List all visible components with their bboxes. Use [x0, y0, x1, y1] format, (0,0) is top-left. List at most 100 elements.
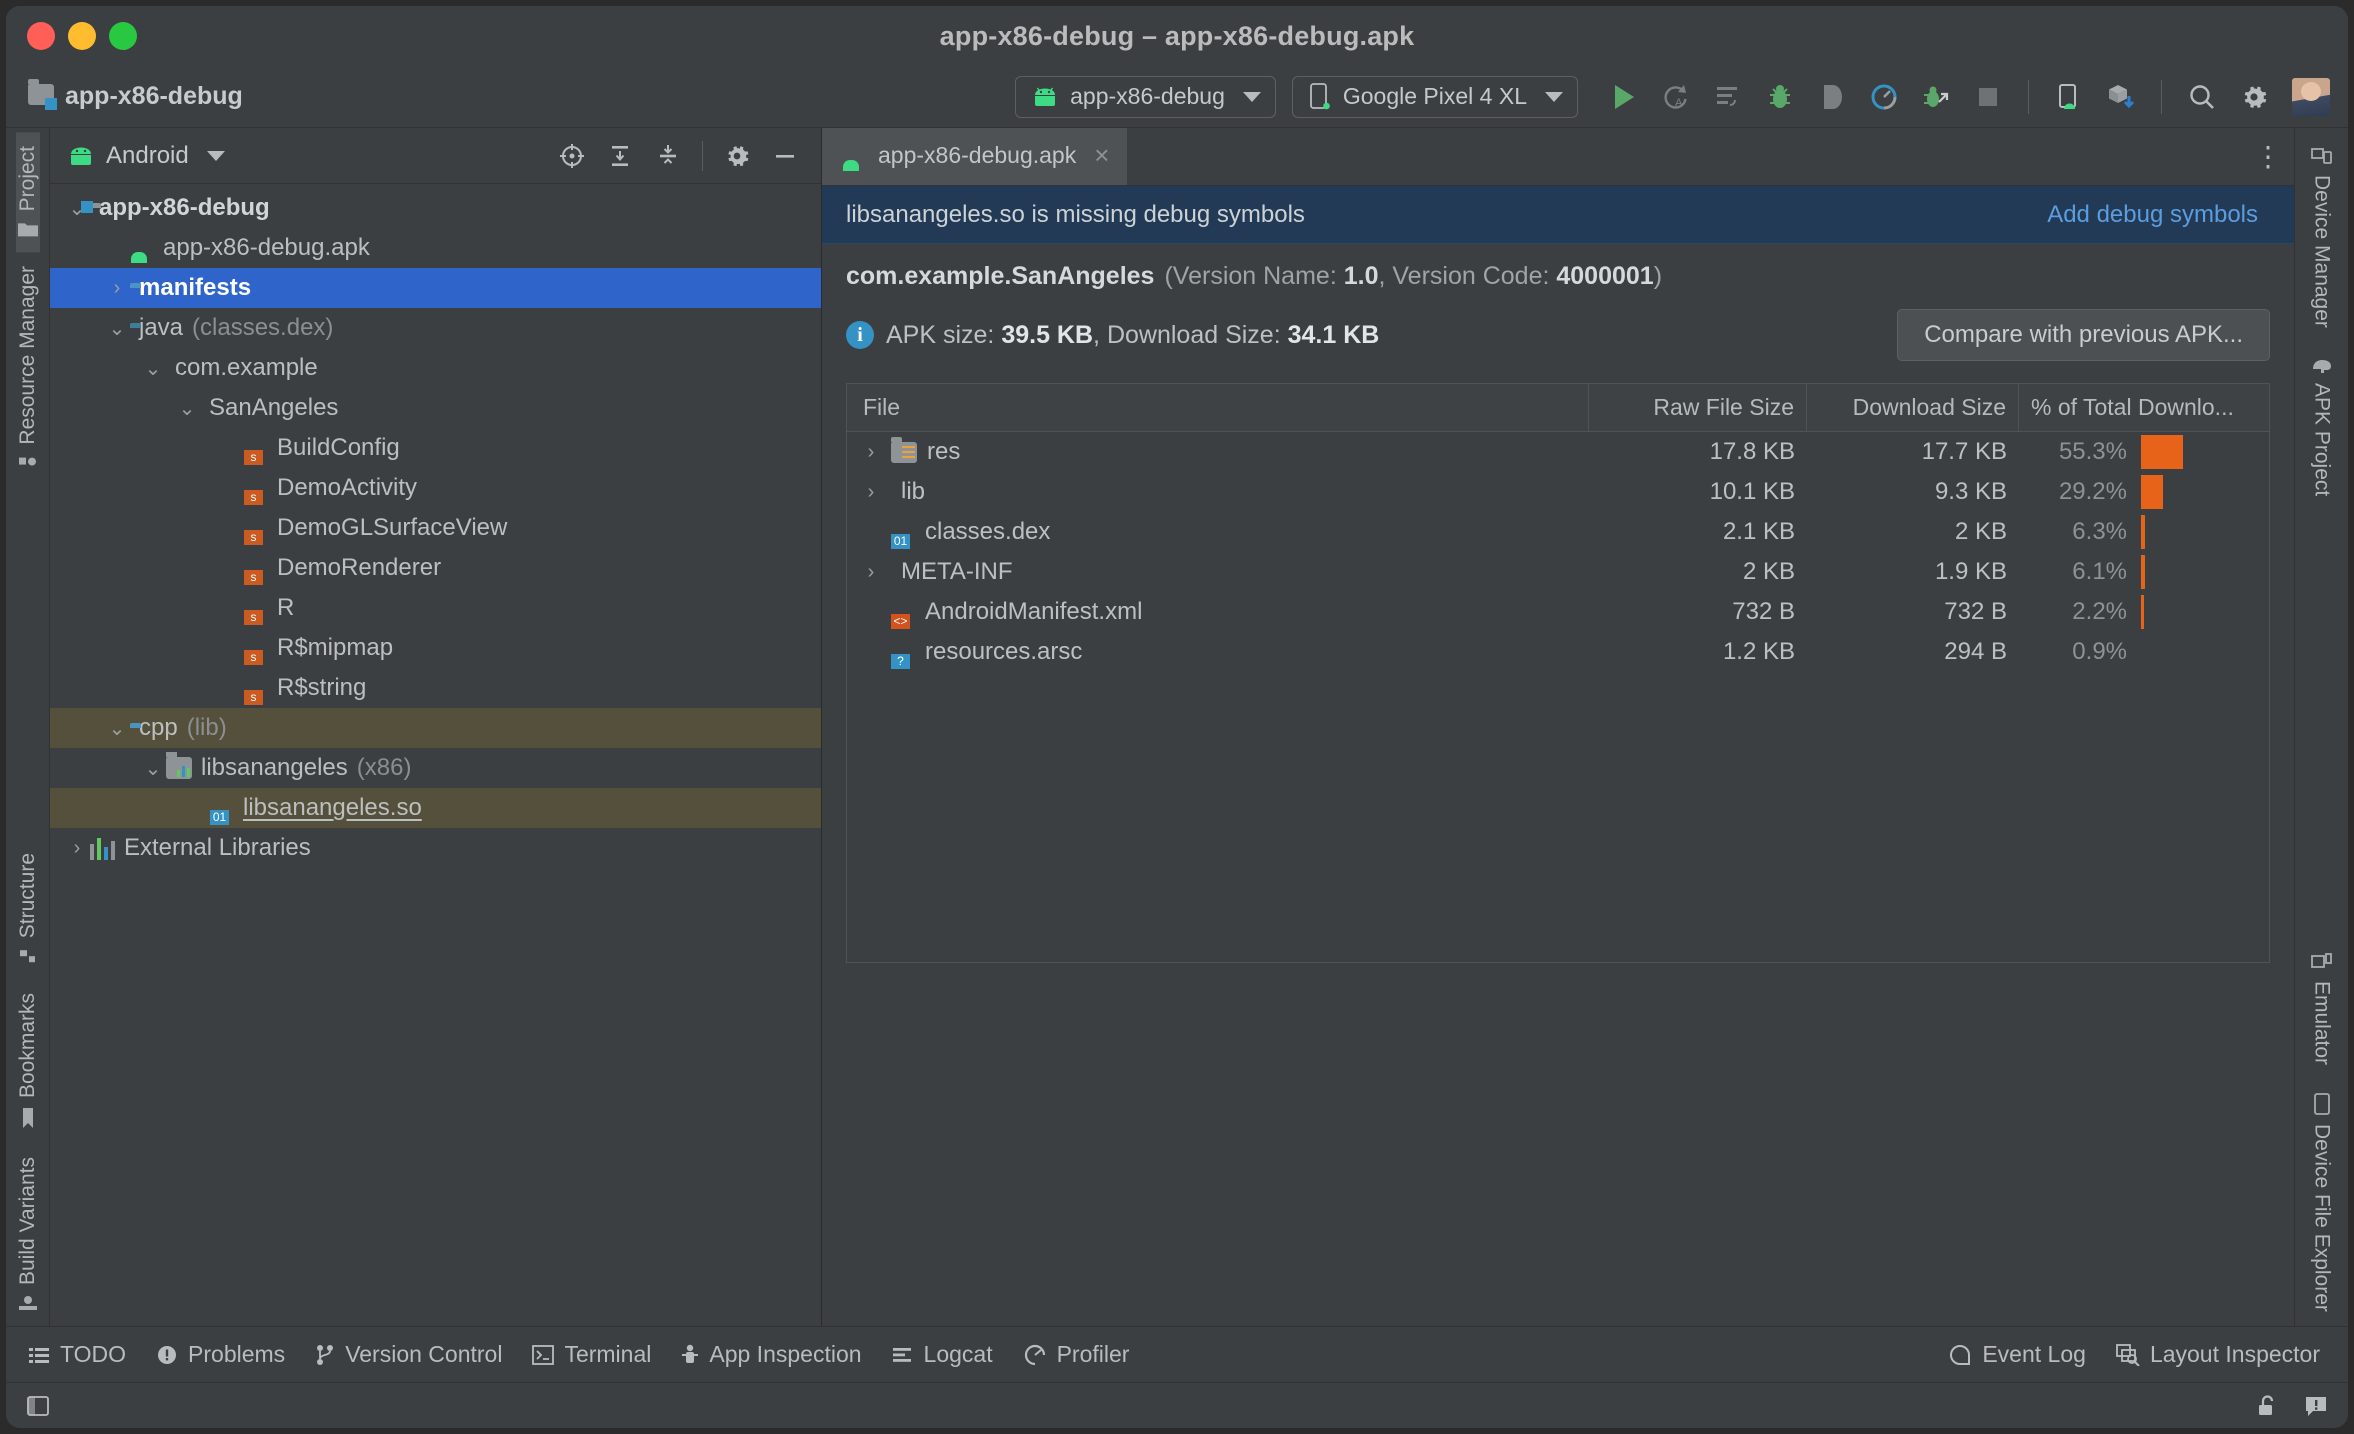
sidebar-item-emulator[interactable]: Emulator	[2310, 938, 2334, 1079]
sidebar-item-resource-manager[interactable]: Resource Manager	[16, 252, 40, 486]
status-item-profiler[interactable]: Profiler	[1023, 1341, 1129, 1368]
cell-download-size: 9.3 KB	[1934, 478, 2007, 505]
rerun-icon[interactable]: A	[1650, 74, 1702, 120]
tree-row[interactable]: s BuildConfig	[50, 428, 821, 468]
tree-row[interactable]: ⌄ SanAngeles	[50, 388, 821, 428]
sidebar-item-structure[interactable]: Structure	[16, 839, 40, 979]
table-row[interactable]: <> AndroidManifest.xml 732 B 732 B 2.2%	[847, 592, 2269, 632]
table-row[interactable]: › META-INF 2 KB 1.9 KB 6.1%	[847, 552, 2269, 592]
status-item-problems[interactable]: Problems	[156, 1341, 285, 1368]
collapse-all-icon[interactable]	[646, 135, 690, 177]
cell-percent: 29.2%	[2019, 475, 2269, 509]
toolbar-divider	[2161, 79, 2162, 114]
attach-debugger-icon[interactable]	[1806, 74, 1858, 120]
chevron-right-icon[interactable]: ›	[851, 441, 891, 464]
tree-row[interactable]: ⌄ java (classes.dex)	[50, 308, 821, 348]
status-item-version-control[interactable]: Version Control	[315, 1341, 502, 1368]
project-view-selector[interactable]: Android	[68, 142, 225, 170]
apk-analyzer-editor: app-x86-debug.apk × ⋮ libsanangeles.so i…	[822, 128, 2294, 1326]
tree-label: java	[139, 314, 184, 341]
select-opened-file-icon[interactable]	[550, 135, 594, 177]
sidebar-item-device-file-explorer[interactable]: Device File Explorer	[2310, 1079, 2334, 1326]
expand-all-icon[interactable]	[598, 135, 642, 177]
column-header-percent-total[interactable]: % of Total Downlo...	[2019, 384, 2269, 431]
apply-code-changes-icon[interactable]	[1702, 74, 1754, 120]
tree-row[interactable]: s R	[50, 588, 821, 628]
tree-row[interactable]: s DemoActivity	[50, 468, 821, 508]
tree-row[interactable]: ⌄ libsanangeles (x86)	[50, 748, 821, 788]
project-tree[interactable]: ⌄ app-x86-debug app-x86-debug.apk › mani…	[50, 184, 821, 1326]
percent-label: 55.3%	[2058, 438, 2127, 465]
toggle-tool-window-icon[interactable]	[26, 1394, 50, 1418]
title-bar: app-x86-debug – app-x86-debug.apk	[6, 6, 2348, 66]
add-debug-symbols-link[interactable]: Add debug symbols	[2047, 201, 2258, 229]
chevron-down-icon[interactable]: ⌄	[104, 716, 130, 741]
table-row[interactable]: › res 17.8 KB 17.7 KB 55.3%	[847, 432, 2269, 472]
missing-symbols-banner: libsanangeles.so is missing debug symbol…	[822, 186, 2294, 244]
settings-gear-icon[interactable]	[2228, 74, 2280, 120]
chevron-right-icon[interactable]: ›	[64, 837, 90, 860]
cell-download-size: 1.9 KB	[1934, 558, 2007, 585]
run-configuration-selector[interactable]: app-x86-debug	[1015, 75, 1276, 118]
chevron-right-icon[interactable]: ›	[104, 277, 130, 300]
column-header-download-size[interactable]: Download Size	[1807, 384, 2019, 431]
tree-row[interactable]: s DemoGLSurfaceView	[50, 508, 821, 548]
status-item-event-log[interactable]: Event Log	[1948, 1341, 2086, 1368]
sidebar-item-project[interactable]: Project	[15, 132, 40, 253]
sidebar-item-build-variants[interactable]: Build Variants	[16, 1143, 40, 1326]
sidebar-label: Device Manager	[2310, 175, 2334, 328]
sidebar-item-bookmarks[interactable]: Bookmarks	[16, 979, 40, 1143]
settings-gear-icon[interactable]	[715, 135, 759, 177]
tree-row[interactable]: s DemoRenderer	[50, 548, 821, 588]
tab-app-x86-debug-apk[interactable]: app-x86-debug.apk ×	[822, 128, 1128, 185]
device-manager-icon[interactable]	[2043, 74, 2095, 120]
column-header-raw-file-size[interactable]: Raw File Size	[1589, 384, 1807, 431]
debug-icon[interactable]	[1754, 74, 1806, 120]
sidebar-item-apk-project[interactable]: APK Project	[2310, 342, 2334, 510]
sidebar-item-device-manager[interactable]: Device Manager	[2310, 132, 2334, 342]
user-avatar[interactable]	[2292, 77, 2330, 116]
table-row[interactable]: ? resources.arsc 1.2 KB 294 B 0.9%	[847, 632, 2269, 672]
device-selector[interactable]: Google Pixel 4 XL	[1291, 75, 1578, 118]
tree-row[interactable]: ⌄ com.example	[50, 348, 821, 388]
sdk-download-icon[interactable]	[2095, 74, 2147, 120]
notification-icon[interactable]	[2304, 1395, 2328, 1417]
status-item-app-inspection[interactable]: App Inspection	[681, 1341, 862, 1368]
run-native-debug-icon[interactable]	[1910, 74, 1962, 120]
tree-row-cpp[interactable]: ⌄ cpp (lib)	[50, 708, 821, 748]
table-row[interactable]: 01 classes.dex 2.1 KB 2 KB 6.3%	[847, 512, 2269, 552]
chevron-down-icon[interactable]: ⌄	[140, 756, 166, 781]
breadcrumb[interactable]: app-x86-debug	[28, 78, 243, 111]
tree-row[interactable]: s R$mipmap	[50, 628, 821, 668]
chevron-down-icon[interactable]: ⌄	[174, 396, 200, 421]
tree-row-libsanangeles-so[interactable]: 01 libsanangeles.so	[50, 788, 821, 828]
status-item-logcat[interactable]: Logcat	[892, 1341, 993, 1368]
tree-label: cpp	[139, 714, 178, 741]
profiler-icon[interactable]	[1858, 74, 1910, 120]
tree-row[interactable]: s R$string	[50, 668, 821, 708]
run-icon[interactable]	[1598, 74, 1650, 120]
close-icon[interactable]: ×	[1094, 140, 1109, 171]
status-item-todo[interactable]: TODO	[28, 1341, 126, 1368]
search-icon[interactable]	[2176, 74, 2228, 120]
file-name: META-INF	[901, 558, 1013, 585]
more-actions-icon[interactable]: ⋮	[2242, 128, 2294, 185]
status-item-terminal[interactable]: Terminal	[532, 1341, 651, 1368]
hide-panel-icon[interactable]	[763, 135, 807, 177]
toolbar-divider	[2028, 79, 2029, 114]
unlocked-padlock-icon[interactable]	[2256, 1394, 2278, 1418]
tree-row-external-libraries[interactable]: › External Libraries	[50, 828, 821, 868]
tree-row-manifests[interactable]: › manifests	[50, 268, 821, 308]
chevron-down-icon[interactable]: ⌄	[104, 316, 130, 341]
status-item-layout-inspector[interactable]: Layout Inspector	[2116, 1341, 2320, 1368]
tree-row[interactable]: ⌄ app-x86-debug	[50, 188, 821, 228]
smali-class-icon: s	[244, 433, 268, 465]
column-header-file[interactable]: File	[847, 384, 1589, 431]
download-size-value: 34.1 KB	[1287, 320, 1380, 349]
compare-with-previous-apk-button[interactable]: Compare with previous APK...	[1897, 309, 2270, 361]
table-row[interactable]: › lib 10.1 KB 9.3 KB 29.2%	[847, 472, 2269, 512]
chevron-down-icon[interactable]: ⌄	[140, 356, 166, 381]
chevron-right-icon[interactable]: ›	[851, 561, 891, 584]
chevron-right-icon[interactable]: ›	[851, 481, 891, 504]
tree-row[interactable]: app-x86-debug.apk	[50, 228, 821, 268]
